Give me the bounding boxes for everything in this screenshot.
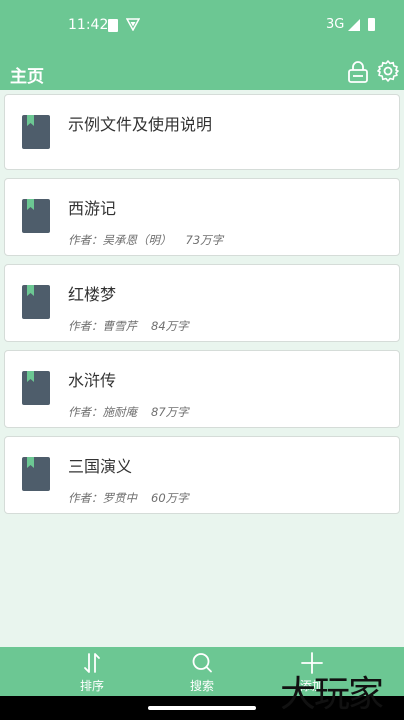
book-title: 水浒传 — [68, 371, 117, 390]
book-word-count: 87万字 — [151, 405, 189, 419]
book-icon — [22, 457, 50, 491]
sim-card-icon — [108, 19, 118, 32]
book-item-hongloumeng[interactable]: 红楼梦 作者：曹雪芹 84万字 — [4, 264, 400, 342]
sort-label: 排序 — [79, 679, 104, 693]
book-icon — [22, 115, 50, 149]
network-type-label: 3G — [326, 17, 345, 32]
book-author: 作者：罗贯中 — [68, 491, 137, 505]
book-meta: 作者：施耐庵 87万字 — [68, 404, 189, 420]
app-bar: 主页 — [0, 52, 404, 90]
book-word-count: 73万字 — [185, 233, 224, 247]
sort-button[interactable]: 排序 — [57, 647, 127, 696]
signal-icon — [348, 19, 360, 31]
book-title: 示例文件及使用说明 — [68, 115, 213, 134]
watermark: 大玩家 — [280, 674, 384, 715]
book-icon — [22, 371, 50, 405]
book-author: 作者：曹雪芹 — [68, 319, 137, 333]
book-item-readme[interactable]: 示例文件及使用说明 — [4, 94, 400, 170]
book-item-sanguoyanyi[interactable]: 三国演义 作者：罗贯中 60万字 — [4, 436, 400, 514]
search-button[interactable]: 搜索 — [167, 647, 237, 696]
book-word-count: 84万字 — [151, 319, 189, 333]
book-title: 西游记 — [68, 199, 117, 218]
sort-icon — [84, 653, 100, 673]
lock-icon[interactable] — [347, 61, 369, 83]
search-label: 搜索 — [189, 679, 214, 693]
home-indicator[interactable] — [148, 706, 256, 710]
book-icon — [22, 199, 50, 233]
book-meta: 作者：罗贯中 60万字 — [68, 490, 189, 506]
gear-icon[interactable] — [376, 59, 400, 83]
book-meta: 作者：曹雪芹 84万字 — [68, 318, 189, 334]
book-icon — [22, 285, 50, 319]
book-title: 红楼梦 — [68, 285, 117, 304]
vpn-shield-icon — [126, 18, 140, 31]
status-bar: 11:42 3G — [0, 0, 404, 52]
book-author: 作者：施耐庵 — [68, 405, 137, 419]
book-item-xiyouji[interactable]: 西游记 作者：吴承恩（明） 73万字 — [4, 178, 400, 256]
status-time: 11:42 — [68, 17, 109, 33]
book-title: 三国演义 — [68, 457, 133, 476]
search-icon — [192, 653, 212, 673]
book-author: 作者：吴承恩（明） — [68, 233, 172, 247]
battery-icon — [368, 18, 375, 31]
book-meta: 作者：吴承恩（明） 73万字 — [68, 232, 223, 248]
book-item-shuihuzhuan[interactable]: 水浒传 作者：施耐庵 87万字 — [4, 350, 400, 428]
book-word-count: 60万字 — [151, 491, 189, 505]
page-title: 主页 — [10, 67, 44, 87]
